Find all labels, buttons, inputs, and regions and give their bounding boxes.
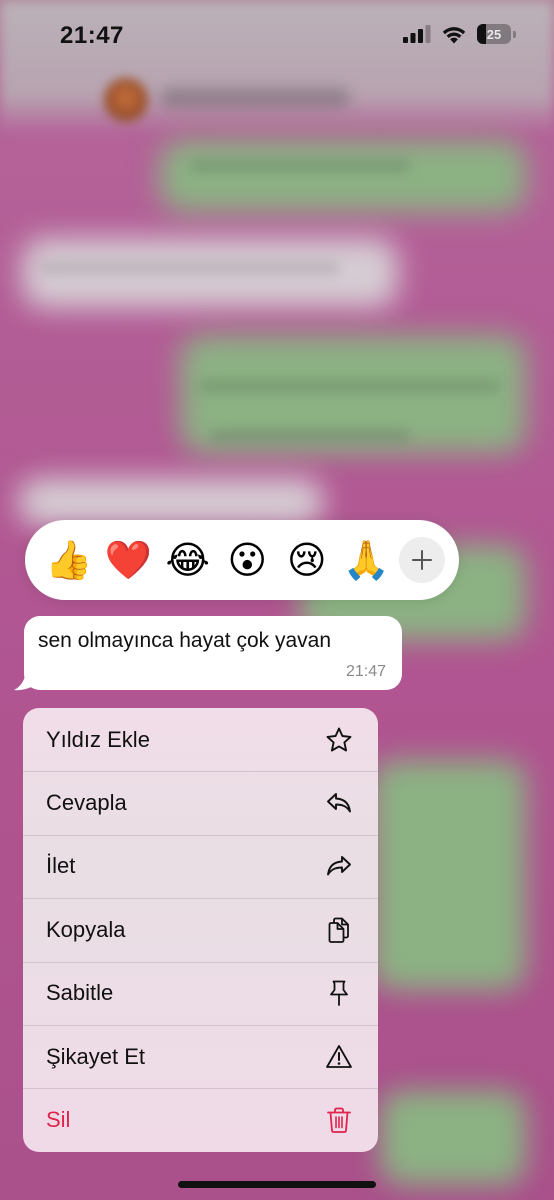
plus-icon — [412, 550, 432, 570]
warning-icon — [324, 1042, 354, 1072]
menu-item-forward[interactable]: İlet — [23, 834, 378, 898]
copy-icon — [324, 915, 354, 945]
reaction-crying[interactable]: 😢 — [277, 541, 337, 579]
status-time: 21:47 — [60, 22, 124, 49]
battery-cap — [513, 30, 516, 38]
reaction-bar: 👍 ❤️ 😂 😮 😢 🙏 — [25, 520, 459, 600]
message-time: 21:47 — [345, 663, 386, 680]
menu-item-label: Sabitle — [46, 980, 114, 1006]
menu-item-delete[interactable]: Sil — [23, 1088, 378, 1151]
reply-icon — [324, 788, 354, 818]
message-text: sen olmayınca hayat çok yavan — [38, 629, 331, 652]
home-indicator[interactable] — [178, 1181, 376, 1188]
menu-item-pin[interactable]: Sabitle — [23, 961, 378, 1025]
trash-icon — [324, 1105, 354, 1135]
star-icon — [324, 725, 354, 755]
reaction-thumbs-up[interactable]: 👍 — [39, 541, 99, 579]
menu-item-label: Cevapla — [46, 790, 127, 816]
menu-item-copy[interactable]: Kopyala — [23, 898, 378, 961]
pin-icon — [324, 978, 354, 1008]
battery-fill — [477, 24, 486, 44]
reaction-heart[interactable]: ❤️ — [99, 541, 159, 579]
menu-item-report[interactable]: Şikayet Et — [23, 1024, 378, 1088]
battery-level: 25 — [486, 26, 502, 42]
forward-icon — [324, 851, 354, 881]
reaction-surprised[interactable]: 😮 — [218, 541, 278, 579]
menu-item-label: Şikayet Et — [46, 1043, 146, 1069]
menu-item-reply[interactable]: Cevapla — [23, 771, 378, 834]
menu-item-label: İlet — [46, 853, 76, 879]
wifi-icon — [442, 26, 466, 43]
menu-item-label: Sil — [46, 1107, 71, 1133]
battery-icon: 25 — [477, 24, 511, 44]
reaction-laughing[interactable]: 😂 — [158, 541, 218, 579]
status-icons: 25 — [403, 24, 516, 44]
menu-item-star[interactable]: Yıldız Ekle — [23, 708, 378, 771]
menu-item-label: Kopyala — [46, 916, 126, 942]
reaction-pray[interactable]: 🙏 — [337, 541, 397, 579]
signal-icon — [403, 25, 431, 43]
menu-item-label: Yıldız Ekle — [46, 726, 150, 752]
more-reactions-button[interactable] — [399, 537, 445, 583]
message-context-menu: Yıldız Ekle Cevapla İlet Kopyala Sabitle… — [23, 708, 378, 1152]
message-bubble[interactable]: sen olmayınca hayat çok yavan 21:47 — [24, 616, 402, 690]
